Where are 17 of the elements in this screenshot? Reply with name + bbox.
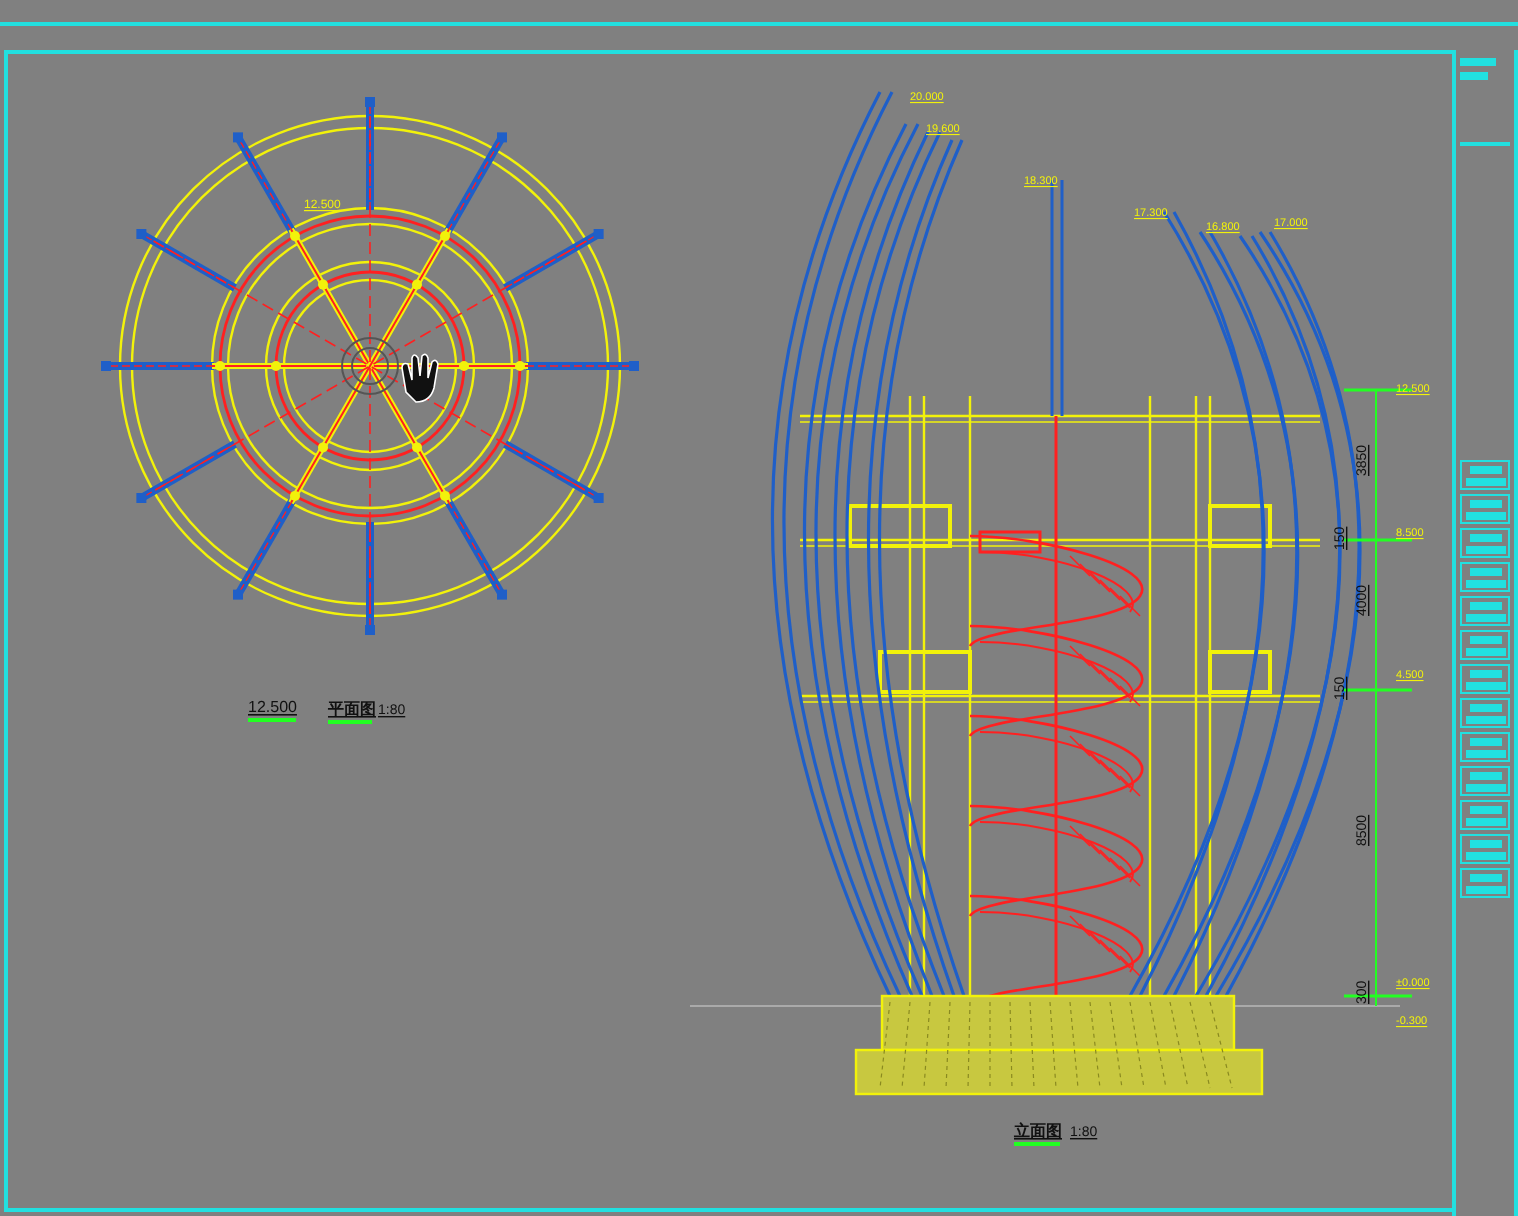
title-block-cell [1460,698,1510,728]
title-block-cell [1460,664,1510,694]
title-block-cell [1460,562,1510,592]
title-block-cell [1460,494,1510,524]
title-block-cell [1460,766,1510,796]
title-block-cell [1460,596,1510,626]
title-block-cell [1460,460,1510,490]
title-block-cell [1460,528,1510,558]
elevation-title: 立面图 [1014,1122,1062,1140]
title-block-cell [1460,868,1510,898]
title-block-cell [1460,630,1510,660]
title-block-cell [1460,732,1510,762]
title-block-cell [1460,800,1510,830]
plan-title: 平面图 [328,700,376,718]
plan-level-mark: 12.500 [248,698,297,716]
hand-cursor-icon [401,353,439,403]
title-block-cell [1460,834,1510,864]
